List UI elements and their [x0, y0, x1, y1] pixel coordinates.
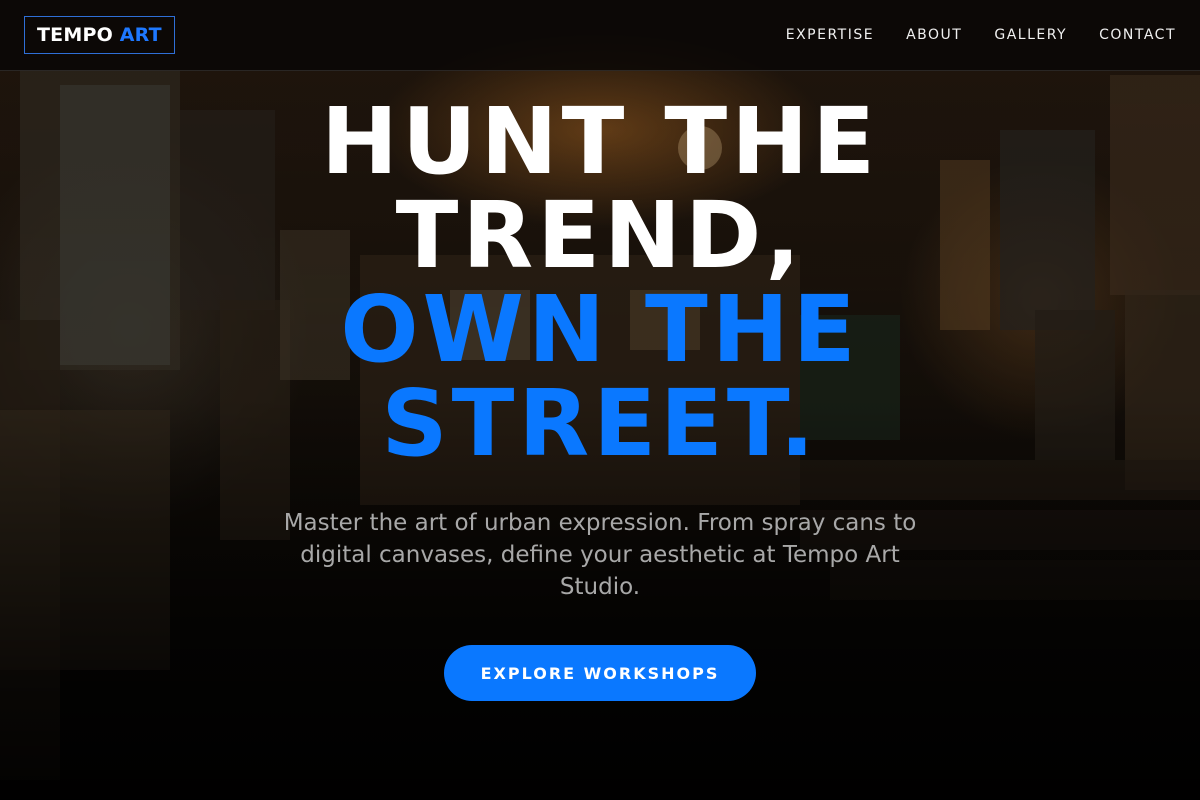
headline-line-3: OWN THE: [340, 276, 860, 383]
nav-link-about[interactable]: ABOUT: [906, 27, 962, 43]
top-navigation-bar: TEMPO ART EXPERTISE ABOUT GALLERY CONTAC…: [0, 0, 1200, 71]
nav-link-contact[interactable]: CONTACT: [1099, 27, 1176, 43]
logo-accent-text: ART: [119, 24, 162, 46]
nav-links: EXPERTISE ABOUT GALLERY CONTACT: [754, 27, 1176, 43]
hero-section: HUNT THE TREND, OWN THE STREET. Master t…: [0, 95, 1200, 701]
headline-line-4: STREET.: [381, 370, 819, 477]
nav-link-expertise[interactable]: EXPERTISE: [786, 27, 874, 43]
explore-workshops-button[interactable]: EXPLORE WORKSHOPS: [444, 645, 756, 701]
hero-subtext: Master the art of urban expression. From…: [283, 510, 917, 600]
nav-link-gallery[interactable]: GALLERY: [994, 27, 1067, 43]
brand-logo[interactable]: TEMPO ART: [24, 16, 175, 54]
logo-primary-text: TEMPO: [37, 24, 113, 46]
hero-headline: HUNT THE TREND, OWN THE STREET.: [0, 95, 1200, 471]
headline-line-1: HUNT THE: [320, 88, 880, 195]
headline-line-2: TREND,: [395, 182, 805, 289]
